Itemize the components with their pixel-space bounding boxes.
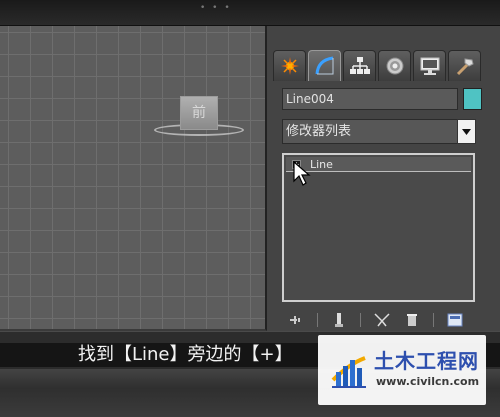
video-subtitle: 找到【Line】旁边的【+】 bbox=[78, 344, 293, 365]
tab-hierarchy[interactable] bbox=[343, 50, 376, 81]
configure-modifier-sets-icon[interactable] bbox=[446, 312, 464, 328]
make-unique-icon[interactable] bbox=[373, 312, 391, 328]
chevron-down-icon bbox=[462, 128, 471, 135]
watermark-url: www.civilcn.com bbox=[376, 375, 480, 388]
viewcube[interactable]: 前 bbox=[154, 94, 244, 144]
hierarchy-icon bbox=[349, 57, 370, 74]
display-monitor-icon bbox=[420, 57, 439, 75]
mouse-cursor-icon bbox=[293, 161, 311, 186]
create-star-icon bbox=[280, 57, 299, 75]
tool-separator bbox=[433, 313, 434, 327]
tab-motion[interactable] bbox=[378, 50, 411, 81]
tab-modify[interactable] bbox=[308, 50, 341, 81]
watermark-title: 土木工程网 bbox=[374, 349, 479, 373]
object-name-field[interactable]: Line004 bbox=[282, 88, 458, 110]
modifier-list-dropdown-button[interactable] bbox=[457, 119, 476, 144]
modify-arc-icon bbox=[315, 56, 333, 75]
viewcube-front-face[interactable]: 前 bbox=[180, 96, 218, 130]
modifier-list-dropdown[interactable]: 修改器列表 bbox=[282, 119, 475, 144]
viewport-grid[interactable]: 前 bbox=[0, 26, 267, 331]
tab-display[interactable] bbox=[413, 50, 446, 81]
show-end-result-icon[interactable] bbox=[330, 312, 348, 328]
remove-modifier-icon[interactable] bbox=[403, 312, 421, 328]
stack-item-label: Line bbox=[310, 158, 333, 171]
site-watermark: 土木工程网 www.civilcn.com bbox=[318, 335, 486, 405]
toolbar-dots-icon: • • • bbox=[200, 3, 232, 13]
hammer-icon bbox=[456, 58, 474, 76]
tab-create[interactable] bbox=[273, 50, 306, 81]
stack-item-line[interactable]: + Line bbox=[286, 157, 471, 172]
civilcn-logo-icon bbox=[331, 356, 366, 388]
stack-tool-row bbox=[282, 312, 475, 328]
object-color-swatch[interactable] bbox=[463, 88, 482, 110]
tool-separator bbox=[317, 313, 318, 327]
tab-utilities[interactable] bbox=[448, 50, 481, 81]
top-toolbar: • • • bbox=[0, 0, 500, 26]
tool-separator bbox=[360, 313, 361, 327]
motion-icon bbox=[386, 57, 403, 75]
pin-stack-icon[interactable] bbox=[287, 312, 305, 328]
command-panel-tabs bbox=[273, 50, 498, 82]
